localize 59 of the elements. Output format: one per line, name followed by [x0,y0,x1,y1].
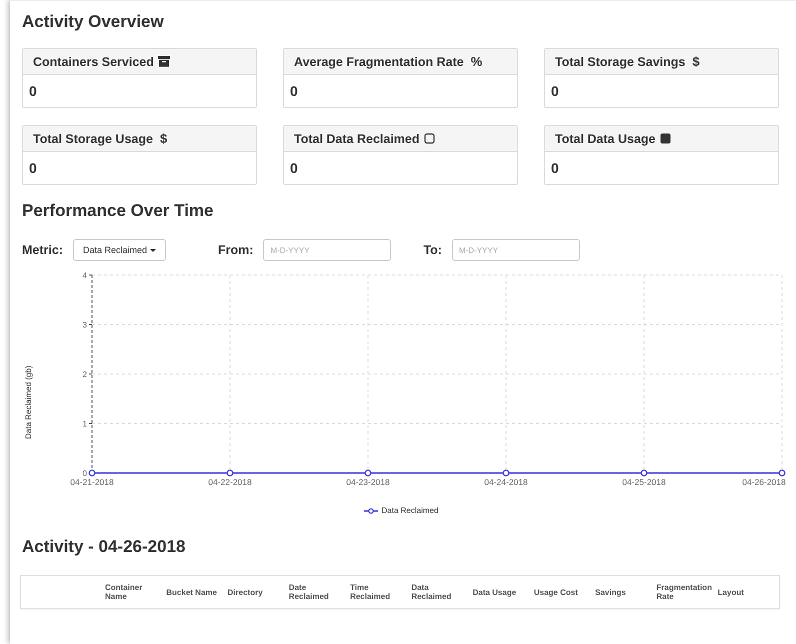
card-value: 0 [551,160,559,176]
column-header: Data Reclaimed [411,583,452,601]
column-header: Data Usage [472,588,518,596]
caret-icon [150,248,156,252]
card-value: 0 [551,83,559,99]
to-date-field[interactable]: M-D-YYYY [452,239,580,261]
card-value: 0 [29,83,37,99]
section-title: Performance Over Time [22,201,214,221]
column-header: Directory [228,588,264,596]
symbol-icon: $ [160,131,168,146]
column-header: Usage Cost [534,588,579,596]
column-header: Bucket Name [166,588,218,596]
legend-label: Data Reclaimed [382,506,438,515]
legend-line-icon [364,508,378,514]
to-label: To: [423,243,442,257]
card-title: Total Storage Usage [33,132,153,146]
column-header: Fragmentation Rate [656,583,713,601]
card-title: Total Data Usage [555,132,656,146]
from-label: From: [218,243,254,257]
data-point [88,470,96,476]
data-point [640,470,648,476]
column-header: Savings [595,588,627,596]
data-point [502,470,510,476]
solid-square-icon [660,133,670,144]
from-date-field[interactable]: M-D-YYYY [263,239,392,261]
x-tick-label: 04-24-2018 [484,477,528,487]
column-header: Date Reclaimed [288,583,330,601]
metric-label: Metric: [22,243,63,257]
card-title: Total Data Reclaimed [294,132,420,146]
x-tick-label: 04-23-2018 [346,477,390,487]
y-tick-label: 1 [82,420,87,428]
column-header: Layout [718,588,745,596]
card-value: 0 [290,160,298,176]
x-tick-label: 04-26-2018 [742,477,786,487]
section-title: Activity - 04-26-2018 [22,537,186,557]
y-tick-label: 4 [82,271,87,280]
square-outline-icon [424,133,435,144]
card-value: 0 [290,83,298,99]
archive-box-icon [158,56,170,67]
metric-dropdown[interactable]: Data Reclaimed [72,239,166,261]
column-header: Container Name [105,583,144,601]
x-tick-label: 04-21-2018 [70,477,114,487]
card-title: Total Storage Savings [555,54,686,68]
symbol-icon: % [470,54,482,69]
section-title: Activity Overview [22,11,165,32]
card-title: Average Fragmentation Rate [294,54,464,68]
y-tick-label: 2 [82,370,87,379]
x-tick-label: 04-22-2018 [208,477,252,487]
x-tick-label: 04-25-2018 [622,477,666,487]
card-value: 0 [29,160,37,176]
data-point [364,470,372,476]
card-title: Containers Serviced [33,54,154,68]
column-header: Time Reclaimed [350,583,392,601]
y-tick-label: 0 [82,469,87,478]
y-tick-label: 3 [82,320,87,330]
symbol-icon: $ [692,54,700,69]
y-axis-label: Data Reclaimed (gb) [24,366,33,439]
data-point [226,470,234,476]
data-point [778,470,786,476]
